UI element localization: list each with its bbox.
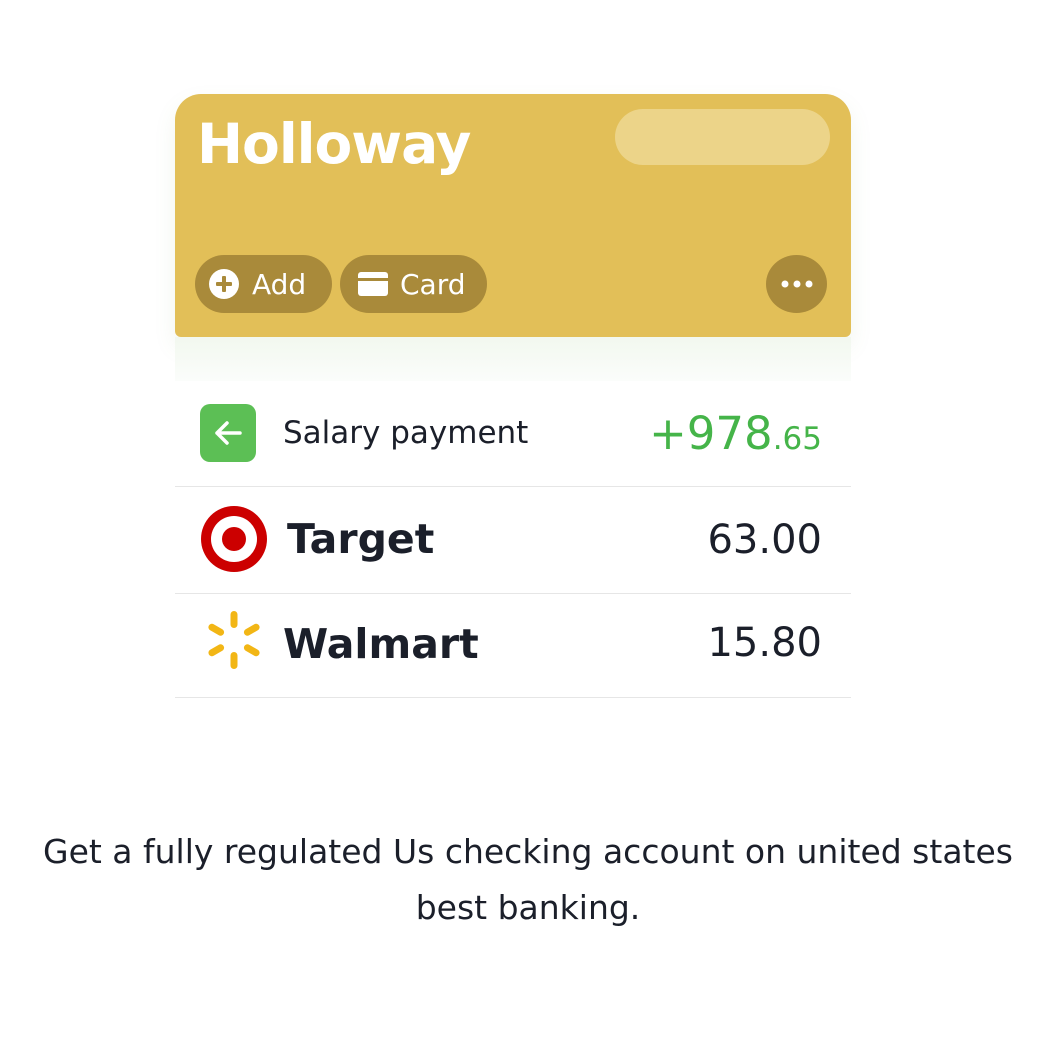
transaction-name: Target [287, 515, 435, 563]
plus-circle-icon [209, 269, 239, 299]
walmart-spark-logo [205, 610, 263, 674]
tagline-text: Get a fully regulated Us checking accoun… [43, 832, 1013, 927]
target-logo [200, 505, 268, 577]
card-button[interactable]: Card [340, 255, 487, 313]
account-name: Holloway [197, 112, 471, 176]
add-button[interactable]: Add [195, 255, 332, 313]
transaction-name: Walmart [283, 620, 479, 668]
transaction-row[interactable]: Walmart 15.80 [175, 594, 851, 698]
transaction-name: Salary payment [283, 415, 529, 451]
transaction-amount: +978.65 [649, 407, 822, 460]
card-icon [358, 272, 388, 296]
card-shadow [175, 337, 851, 381]
transaction-list: Salary payment +978.65 Target 63.00 Walm… [175, 381, 851, 698]
transaction-amount: 63.00 [707, 517, 822, 563]
arrow-left-icon [200, 404, 256, 462]
card-button-label: Card [400, 267, 466, 301]
transaction-row[interactable]: Target 63.00 [175, 487, 851, 594]
transaction-amount: 15.80 [707, 620, 822, 666]
balance-placeholder [615, 109, 830, 165]
account-card[interactable]: Holloway Add Card [175, 94, 851, 337]
transaction-row[interactable]: Salary payment +978.65 [175, 381, 851, 487]
add-button-label: Add [252, 267, 307, 301]
more-dots-icon [781, 280, 812, 288]
more-options-button[interactable] [766, 255, 827, 313]
